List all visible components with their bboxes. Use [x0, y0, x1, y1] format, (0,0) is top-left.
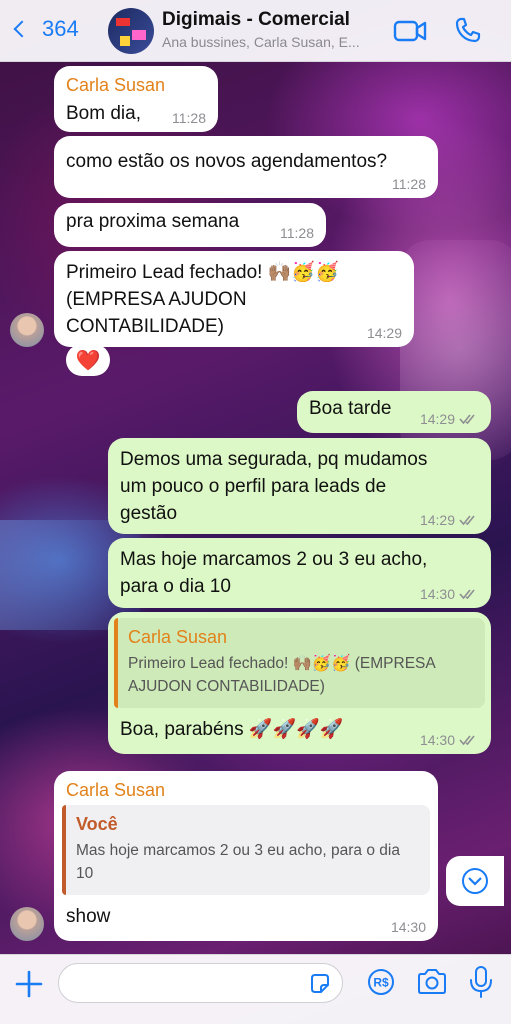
quoted-text-line: 10	[76, 865, 94, 882]
quoted-text-line: Mas hoje marcamos 2 ou 3 eu acho, para o…	[76, 842, 400, 859]
message-time: 11:28	[392, 176, 426, 192]
message-input-field[interactable]	[58, 963, 343, 1003]
sticker-icon[interactable]	[308, 972, 332, 1001]
message-text-line: (EMPRESA AJUDON	[66, 289, 247, 310]
reaction-badge[interactable]: ❤️	[66, 344, 110, 376]
message-bubble[interactable]: Demos uma segurada, pq mudamos um pouco …	[108, 438, 491, 534]
message-text-line: CONTABILIDADE)	[66, 316, 225, 337]
message-time: 14:29	[419, 512, 455, 528]
group-title: Digimais - Comercial	[162, 9, 350, 30]
message-text-line: Primeiro Lead fechado! 🙌🏽🥳🥳	[66, 262, 339, 283]
message-time: 14:30	[419, 586, 455, 602]
group-members: Ana bussines, Carla Susan, E...	[162, 34, 360, 50]
plus-icon[interactable]	[14, 969, 44, 999]
message-status: 14:30	[420, 586, 479, 602]
message-time: 11:28	[172, 110, 206, 126]
message-bubble[interactable]: Primeiro Lead fechado! 🙌🏽🥳🥳 (EMPRESA AJU…	[54, 251, 414, 347]
quoted-message[interactable]: Você Mas hoje marcamos 2 ou 3 eu acho, p…	[62, 805, 430, 895]
sender-avatar[interactable]	[10, 907, 44, 941]
scroll-down-icon	[462, 868, 488, 894]
message-bubble[interactable]: como estão os novos agendamentos? 11:28	[54, 136, 438, 198]
check-marks-icon	[459, 735, 475, 746]
message-bubble[interactable]: Boa tarde 14:29	[297, 391, 491, 433]
camera-icon[interactable]	[416, 967, 448, 1002]
message-text: pra proxima semana	[66, 211, 240, 232]
message-text-line: Mas hoje marcamos 2 ou 3 eu acho,	[120, 549, 428, 570]
message-bubble[interactable]: Mas hoje marcamos 2 ou 3 eu acho, para o…	[108, 538, 491, 608]
message-time: 14:29	[366, 325, 402, 341]
pix-icon[interactable]: R$	[366, 967, 396, 1002]
chat-header: 364 Digimais - Comercial Ana bussines, C…	[0, 0, 511, 62]
message-status: 14:30	[420, 732, 479, 748]
group-avatar[interactable]	[108, 8, 154, 54]
quoted-sender: Você	[76, 814, 118, 834]
video-call-icon[interactable]	[393, 18, 427, 49]
message-input[interactable]	[73, 964, 303, 1002]
group-info[interactable]: Digimais - Comercial Ana bussines, Carla…	[162, 9, 382, 50]
quoted-text-line: Primeiro Lead fechado! 🙌🏽🥳🥳 (EMPRESA	[128, 655, 436, 672]
sender-name: Carla Susan	[66, 75, 166, 95]
sender-avatar[interactable]	[10, 313, 44, 347]
heart-reaction: ❤️	[75, 349, 101, 372]
message-text: como estão os novos agendamentos?	[66, 151, 388, 172]
microphone-icon[interactable]	[468, 965, 494, 1004]
check-marks-icon	[459, 515, 475, 526]
unread-count: 364	[42, 16, 79, 41]
message-bubble[interactable]: Carla Susan Bom dia, 11:28	[54, 66, 218, 132]
sender-name: Carla Susan	[66, 780, 166, 800]
message-time: 14:30	[390, 919, 426, 935]
message-bubble[interactable]: pra proxima semana 11:28	[54, 203, 326, 247]
message-bubble[interactable]: Carla Susan Você Mas hoje marcamos 2 ou …	[54, 771, 438, 941]
check-marks-icon	[459, 589, 475, 600]
quoted-text-line: AJUDON CONTABILIDADE)	[128, 678, 325, 695]
check-marks-icon	[459, 414, 475, 425]
svg-text:R$: R$	[373, 976, 389, 990]
message-status: 14:29	[420, 512, 479, 528]
message-time: 14:30	[419, 732, 455, 748]
back-chevron-icon	[13, 20, 31, 38]
scroll-down-button[interactable]	[446, 856, 504, 906]
quoted-sender: Carla Susan	[128, 627, 228, 647]
message-text-line: Demos uma segurada, pq mudamos	[120, 449, 428, 470]
message-time: 14:29	[419, 411, 455, 427]
message-status: 14:29	[420, 411, 479, 427]
message-time: 11:28	[280, 225, 314, 241]
message-text: show	[66, 906, 111, 927]
quoted-message[interactable]: Carla Susan Primeiro Lead fechado! 🙌🏽🥳🥳 …	[114, 618, 485, 708]
back-button[interactable]: 364	[10, 16, 79, 42]
message-bubble[interactable]: Carla Susan Primeiro Lead fechado! 🙌🏽🥳🥳 …	[108, 612, 491, 754]
phone-icon[interactable]	[454, 16, 482, 49]
message-text-line: um pouco o perfil para leads de	[120, 476, 387, 497]
composer-bar: R$	[0, 954, 511, 1024]
